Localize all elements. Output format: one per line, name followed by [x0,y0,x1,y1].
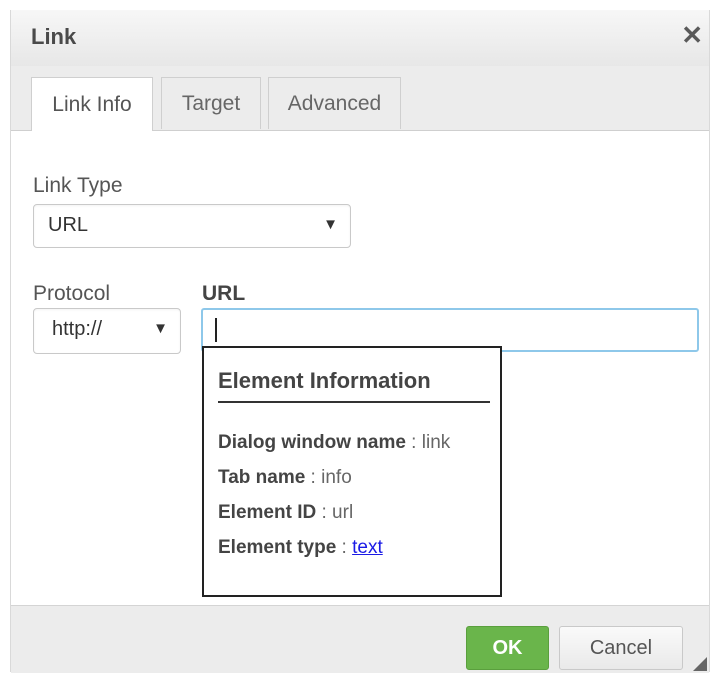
tooltip-row-element-type: Element type : text [218,537,383,559]
row-key: Element ID [218,502,317,523]
tab-advanced[interactable]: Advanced [268,77,401,129]
row-key: Dialog window name [218,432,406,453]
dialog-footer: OK Cancel [11,605,709,673]
link-dialog: Link ✕ Link Info Target Advanced Link Ty… [10,10,710,673]
tab-target[interactable]: Target [161,77,261,129]
dialog-titlebar[interactable]: Link ✕ [11,10,709,67]
tooltip-row-element-id: Element ID : url [218,502,353,524]
tooltip-title: Element Information [218,368,431,393]
element-info-tooltip: Element Information Dialog window name :… [202,346,502,597]
tab-bar: Link Info Target Advanced [11,66,709,131]
dialog-title: Link [31,24,77,49]
row-key: Tab name [218,467,306,488]
tab-label: Link Info [52,92,132,116]
resize-handle-icon[interactable] [693,657,707,671]
row-value: url [332,502,354,523]
link-type-select[interactable]: URL ▼ [33,204,351,248]
chevron-down-icon: ▼ [153,320,168,337]
protocol-value: http:// [52,318,103,340]
row-value: info [321,467,352,488]
element-type-link[interactable]: text [352,537,383,558]
close-icon[interactable]: ✕ [681,20,703,51]
cancel-button-label: Cancel [589,636,653,659]
row-sep: : [316,502,333,523]
text-caret [215,318,217,342]
cancel-button[interactable]: Cancel [559,626,683,670]
row-sep: : [336,537,353,558]
url-label: URL [202,282,246,305]
tooltip-row-dialog-name: Dialog window name : link [218,432,450,454]
tooltip-divider [218,401,490,403]
protocol-label: Protocol [33,282,111,305]
row-sep: : [405,432,422,453]
protocol-select[interactable]: http:// ▼ [33,308,181,354]
tab-link-info[interactable]: Link Info [31,77,153,131]
row-key: Element type [218,537,337,558]
ok-button[interactable]: OK [466,626,549,670]
chevron-down-icon: ▼ [323,216,338,233]
ok-button-label: OK [492,636,523,659]
tab-label: Target [181,91,241,115]
link-type-label: Link Type [33,174,123,197]
tooltip-row-tab-name: Tab name : info [218,467,352,489]
link-type-value: URL [48,214,89,236]
tab-label: Advanced [287,91,382,115]
row-value: link [421,432,451,453]
row-sep: : [305,467,322,488]
